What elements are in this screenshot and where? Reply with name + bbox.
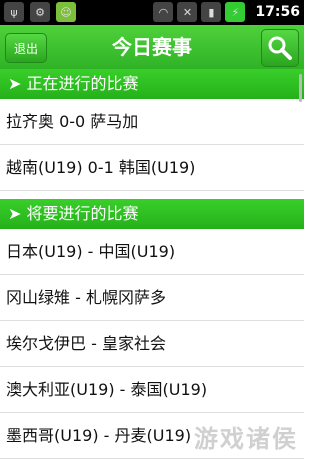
battery-icon: ⚡ — [225, 2, 246, 22]
mute-icon: ✕ — [177, 2, 198, 22]
usb-icon: ψ — [4, 2, 24, 22]
match-row[interactable]: 澳大利亚(U19) - 泰国(U19) — [0, 367, 304, 413]
match-row[interactable]: 埃尔戈伊巴 - 皇家社会 — [0, 321, 304, 367]
search-button[interactable] — [261, 29, 299, 67]
search-icon — [268, 36, 292, 60]
section-upcoming-header: ➤ 将要进行的比赛 — [0, 199, 304, 229]
scrollbar[interactable] — [299, 74, 302, 102]
watermark: 游戏诸侯 — [194, 425, 298, 453]
signal-icon: ▮ — [201, 2, 222, 22]
exit-button[interactable]: 退出 — [5, 33, 47, 63]
status-bar: ψ ⚙ ☺ ◠ ✕ ▮ ⚡ 17:56 — [0, 0, 304, 25]
match-row[interactable]: 拉齐奥 0-0 萨马加 — [0, 99, 304, 145]
app-header: 今日赛事 退出 — [0, 25, 304, 69]
match-row[interactable]: 冈山绿雉 - 札幌冈萨多 — [0, 275, 304, 321]
section-live-header: ➤ 正在进行的比赛 — [0, 69, 304, 99]
match-row[interactable]: 越南(U19) 0-1 韩国(U19) — [0, 145, 304, 191]
wifi-icon: ◠ — [153, 2, 174, 22]
usb-debug-icon: ⚙ — [30, 2, 50, 22]
clock: 17:56 — [255, 4, 300, 20]
android-icon: ☺ — [56, 2, 76, 22]
match-row[interactable]: 日本(U19) - 中国(U19) — [0, 229, 304, 275]
